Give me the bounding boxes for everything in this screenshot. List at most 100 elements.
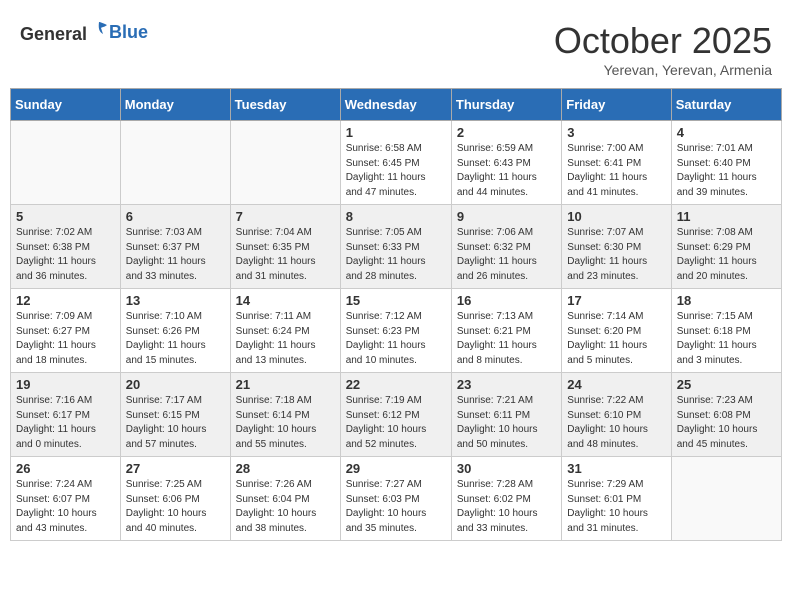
day-number: 23 — [457, 377, 556, 392]
day-info: Sunrise: 6:59 AM Sunset: 6:43 PM Dayligh… — [457, 142, 556, 200]
weekday-header-sunday: Sunday — [11, 89, 121, 121]
day-number: 19 — [16, 377, 115, 392]
calendar-cell: 4 Sunrise: 7:01 AM Sunset: 6:40 PM Daylig… — [671, 121, 781, 205]
calendar-cell: 6Sunrise: 7:03 AM Sunset: 6:37 PM Daylig… — [120, 205, 230, 289]
calendar-cell — [11, 121, 121, 205]
day-info: Sunrise: 7:24 AM Sunset: 6:07 PM Dayligh… — [16, 478, 115, 536]
day-number: 9 — [457, 209, 556, 224]
calendar-cell: 1 Sunrise: 6:58 AM Sunset: 6:45 PM Daylig… — [340, 121, 451, 205]
day-info: Sunrise: 7:12 AM Sunset: 6:23 PM Dayligh… — [346, 310, 446, 368]
day-info: Sunrise: 7:05 AM Sunset: 6:33 PM Dayligh… — [346, 226, 446, 284]
day-number: 22 — [346, 377, 446, 392]
calendar-cell: 15 Sunrise: 7:12 AM Sunset: 6:23 PM Dayli… — [340, 289, 451, 373]
day-number: 30 — [457, 461, 556, 476]
calendar-cell: 22 Sunrise: 7:19 AM Sunset: 6:12 PM Dayli… — [340, 373, 451, 457]
calendar-cell: 12Sunrise: 7:09 AM Sunset: 6:27 PM Dayli… — [11, 289, 121, 373]
calendar-cell: 11Sunrise: 7:08 AM Sunset: 6:29 PM Dayli… — [671, 205, 781, 289]
day-number: 17 — [567, 293, 665, 308]
day-number: 24 — [567, 377, 665, 392]
day-info: Sunrise: 7:21 AM Sunset: 6:11 PM Dayligh… — [457, 394, 556, 452]
day-info: Sunrise: 7:19 AM Sunset: 6:12 PM Dayligh… — [346, 394, 446, 452]
day-number: 3 — [567, 125, 665, 140]
day-info: Sunrise: 7:17 AM Sunset: 6:15 PM Dayligh… — [126, 394, 225, 452]
calendar-cell: 21 Sunrise: 7:18 AM Sunset: 6:14 PM Dayli… — [230, 373, 340, 457]
calendar-week-row: 5Sunrise: 7:02 AM Sunset: 6:38 PM Daylig… — [11, 205, 782, 289]
logo-text-general: General — [20, 24, 87, 44]
month-title: October 2025 — [554, 20, 772, 62]
calendar-week-row: 19 Sunrise: 7:16 AM Sunset: 6:17 PM Dayli… — [11, 373, 782, 457]
calendar-cell: 20 Sunrise: 7:17 AM Sunset: 6:15 PM Dayli… — [120, 373, 230, 457]
day-number: 25 — [677, 377, 776, 392]
calendar-cell: 25Sunrise: 7:23 AM Sunset: 6:08 PM Dayli… — [671, 373, 781, 457]
calendar-cell: 13 Sunrise: 7:10 AM Sunset: 6:26 PM Dayli… — [120, 289, 230, 373]
day-info: Sunrise: 7:04 AM Sunset: 6:35 PM Dayligh… — [236, 226, 335, 284]
calendar-week-row: 26 Sunrise: 7:24 AM Sunset: 6:07 PM Dayli… — [11, 457, 782, 541]
day-info: Sunrise: 7:15 AM Sunset: 6:18 PM Dayligh… — [677, 310, 776, 368]
day-info: Sunrise: 7:10 AM Sunset: 6:26 PM Dayligh… — [126, 310, 225, 368]
day-number: 27 — [126, 461, 225, 476]
calendar-cell: 23 Sunrise: 7:21 AM Sunset: 6:11 PM Dayli… — [451, 373, 561, 457]
day-number: 7 — [236, 209, 335, 224]
calendar-week-row: 12Sunrise: 7:09 AM Sunset: 6:27 PM Dayli… — [11, 289, 782, 373]
day-number: 1 — [346, 125, 446, 140]
logo-text-blue: Blue — [109, 22, 148, 42]
weekday-header-row: SundayMondayTuesdayWednesdayThursdayFrid… — [11, 89, 782, 121]
day-number: 11 — [677, 209, 776, 224]
weekday-header-friday: Friday — [562, 89, 671, 121]
calendar-cell: 14 Sunrise: 7:11 AM Sunset: 6:24 PM Dayli… — [230, 289, 340, 373]
calendar-cell: 27 Sunrise: 7:25 AM Sunset: 6:06 PM Dayli… — [120, 457, 230, 541]
day-info: Sunrise: 7:07 AM Sunset: 6:30 PM Dayligh… — [567, 226, 665, 284]
calendar-table: SundayMondayTuesdayWednesdayThursdayFrid… — [10, 88, 782, 541]
calendar-cell: 7 Sunrise: 7:04 AM Sunset: 6:35 PM Daylig… — [230, 205, 340, 289]
weekday-header-monday: Monday — [120, 89, 230, 121]
day-info: Sunrise: 7:11 AM Sunset: 6:24 PM Dayligh… — [236, 310, 335, 368]
day-number: 26 — [16, 461, 115, 476]
day-info: Sunrise: 7:18 AM Sunset: 6:14 PM Dayligh… — [236, 394, 335, 452]
weekday-header-saturday: Saturday — [671, 89, 781, 121]
weekday-header-wednesday: Wednesday — [340, 89, 451, 121]
calendar-cell: 29Sunrise: 7:27 AM Sunset: 6:03 PM Dayli… — [340, 457, 451, 541]
logo: General Blue — [20, 20, 148, 45]
weekday-header-tuesday: Tuesday — [230, 89, 340, 121]
day-number: 4 — [677, 125, 776, 140]
calendar-cell — [671, 457, 781, 541]
day-number: 14 — [236, 293, 335, 308]
day-number: 18 — [677, 293, 776, 308]
weekday-header-thursday: Thursday — [451, 89, 561, 121]
location-subtitle: Yerevan, Yerevan, Armenia — [554, 62, 772, 78]
calendar-cell: 18 Sunrise: 7:15 AM Sunset: 6:18 PM Dayli… — [671, 289, 781, 373]
day-info: Sunrise: 7:25 AM Sunset: 6:06 PM Dayligh… — [126, 478, 225, 536]
day-number: 31 — [567, 461, 665, 476]
day-info: Sunrise: 7:16 AM Sunset: 6:17 PM Dayligh… — [16, 394, 115, 452]
day-number: 20 — [126, 377, 225, 392]
calendar-cell: 19 Sunrise: 7:16 AM Sunset: 6:17 PM Dayli… — [11, 373, 121, 457]
calendar-cell: 31Sunrise: 7:29 AM Sunset: 6:01 PM Dayli… — [562, 457, 671, 541]
day-info: Sunrise: 7:13 AM Sunset: 6:21 PM Dayligh… — [457, 310, 556, 368]
calendar-cell — [230, 121, 340, 205]
day-number: 13 — [126, 293, 225, 308]
day-info: Sunrise: 7:09 AM Sunset: 6:27 PM Dayligh… — [16, 310, 115, 368]
day-number: 16 — [457, 293, 556, 308]
calendar-cell: 26 Sunrise: 7:24 AM Sunset: 6:07 PM Dayli… — [11, 457, 121, 541]
day-info: Sunrise: 7:03 AM Sunset: 6:37 PM Dayligh… — [126, 226, 225, 284]
calendar-cell: 8Sunrise: 7:05 AM Sunset: 6:33 PM Daylig… — [340, 205, 451, 289]
day-info: Sunrise: 7:06 AM Sunset: 6:32 PM Dayligh… — [457, 226, 556, 284]
day-info: Sunrise: 7:14 AM Sunset: 6:20 PM Dayligh… — [567, 310, 665, 368]
title-section: October 2025 Yerevan, Yerevan, Armenia — [554, 20, 772, 78]
day-number: 15 — [346, 293, 446, 308]
calendar-cell: 9 Sunrise: 7:06 AM Sunset: 6:32 PM Daylig… — [451, 205, 561, 289]
calendar-week-row: 1 Sunrise: 6:58 AM Sunset: 6:45 PM Daylig… — [11, 121, 782, 205]
calendar-cell: 30 Sunrise: 7:28 AM Sunset: 6:02 PM Dayli… — [451, 457, 561, 541]
day-info: Sunrise: 7:01 AM Sunset: 6:40 PM Dayligh… — [677, 142, 776, 200]
calendar-cell: 28Sunrise: 7:26 AM Sunset: 6:04 PM Dayli… — [230, 457, 340, 541]
day-info: Sunrise: 6:58 AM Sunset: 6:45 PM Dayligh… — [346, 142, 446, 200]
calendar-cell: 2 Sunrise: 6:59 AM Sunset: 6:43 PM Daylig… — [451, 121, 561, 205]
day-number: 28 — [236, 461, 335, 476]
page-header: General Blue October 2025 Yerevan, Yerev… — [10, 10, 782, 83]
logo-bird-icon — [89, 20, 109, 40]
calendar-cell: 24Sunrise: 7:22 AM Sunset: 6:10 PM Dayli… — [562, 373, 671, 457]
day-number: 2 — [457, 125, 556, 140]
calendar-cell: 10Sunrise: 7:07 AM Sunset: 6:30 PM Dayli… — [562, 205, 671, 289]
day-info: Sunrise: 7:28 AM Sunset: 6:02 PM Dayligh… — [457, 478, 556, 536]
day-number: 21 — [236, 377, 335, 392]
